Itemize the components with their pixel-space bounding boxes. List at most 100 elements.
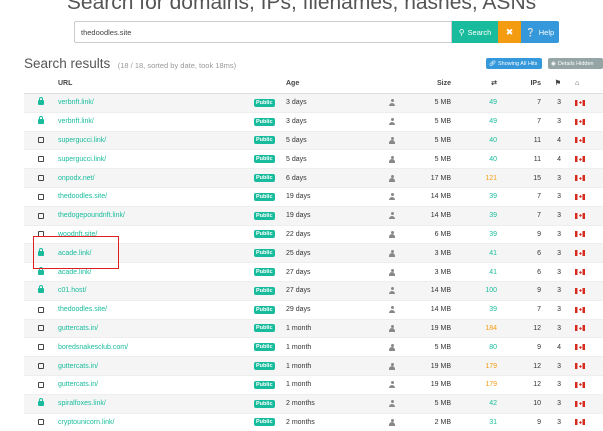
- table-row[interactable]: acade.link/Public27 days3 MB4163: [24, 263, 603, 282]
- table-row[interactable]: thedogepoundnft.link/Public19 days14 MB3…: [24, 206, 603, 225]
- row-visibility: Public: [254, 375, 286, 394]
- search-button[interactable]: ⚲ Search: [452, 21, 498, 43]
- canada-flag-icon: [575, 250, 585, 256]
- details-hidden-button[interactable]: ◉ Details Hidden: [548, 58, 603, 69]
- row-url[interactable]: c01.host/: [58, 281, 254, 300]
- row-url[interactable]: boredsnakesclub.com/: [58, 338, 254, 357]
- row-spacer: [561, 150, 575, 169]
- lock-icon: [38, 288, 44, 293]
- url-link[interactable]: spiralfoxes.link/: [58, 400, 106, 407]
- row-ips: 9: [497, 281, 541, 300]
- row-url[interactable]: thedoodles.site/: [58, 187, 254, 206]
- row-requests: 49: [451, 94, 497, 113]
- row-url[interactable]: acade.link/: [58, 263, 254, 282]
- square-icon: [38, 231, 44, 237]
- table-row[interactable]: guttercats.in/Public1 month19 MB179123: [24, 375, 603, 394]
- row-url[interactable]: onpodx.net/: [58, 169, 254, 188]
- row-age: 5 days: [286, 131, 363, 150]
- help-button[interactable]: ❔ Help: [521, 21, 559, 43]
- table-row[interactable]: verbnft.link/Public3 days5 MB4973: [24, 94, 603, 113]
- canada-flag-icon: [575, 194, 585, 200]
- row-url[interactable]: cryptounicorn.link/: [58, 413, 254, 431]
- col-home-header[interactable]: ⌂: [575, 73, 603, 94]
- row-url[interactable]: verbnft.link/: [58, 94, 254, 113]
- table-row[interactable]: c01.host/Public27 days14 MB10093: [24, 281, 603, 300]
- row-flag: [575, 187, 603, 206]
- row-url[interactable]: guttercats.in/: [58, 319, 254, 338]
- table-row[interactable]: guttercats.in/Public1 month19 MB179123: [24, 357, 603, 376]
- url-link[interactable]: verbnft.link/: [58, 99, 94, 106]
- url-link[interactable]: supergucci.link/: [58, 137, 106, 144]
- row-spacer: [561, 94, 575, 113]
- row-visibility: Public: [254, 131, 286, 150]
- url-link[interactable]: thedogepoundnft.link/: [58, 212, 125, 219]
- url-link[interactable]: thedoodles.site/: [58, 193, 107, 200]
- col-ips-header[interactable]: IPs: [497, 73, 541, 94]
- row-countries: 3: [541, 244, 561, 263]
- canada-flag-icon: [575, 382, 585, 388]
- row-status: [24, 225, 58, 244]
- row-size: 14 MB: [421, 187, 451, 206]
- col-size-header[interactable]: Size: [421, 73, 451, 94]
- row-visibility: Public: [254, 319, 286, 338]
- row-visibility: Public: [254, 263, 286, 282]
- url-link[interactable]: guttercats.in/: [58, 381, 98, 388]
- row-size: 14 MB: [421, 300, 451, 319]
- table-row[interactable]: thedoodles.site/Public19 days14 MB3973: [24, 187, 603, 206]
- url-link[interactable]: cryptounicorn.link/: [58, 419, 114, 426]
- table-row[interactable]: spiralfoxes.link/Public2 months5 MB42103: [24, 394, 603, 413]
- col-url-header[interactable]: URL: [58, 73, 254, 94]
- table-row[interactable]: supergucci.link/Public5 days5 MB40114: [24, 150, 603, 169]
- row-url[interactable]: spiralfoxes.link/: [58, 394, 254, 413]
- clear-button[interactable]: ✖: [498, 21, 521, 43]
- row-url[interactable]: acade.link/: [58, 244, 254, 263]
- row-flag: [575, 300, 603, 319]
- url-link[interactable]: woodnft.site/: [58, 231, 97, 238]
- row-url[interactable]: verbnft.link/: [58, 112, 254, 131]
- url-link[interactable]: supergucci.link/: [58, 156, 106, 163]
- url-link[interactable]: onpodx.net/: [58, 175, 95, 182]
- url-link[interactable]: c01.host/: [58, 287, 86, 294]
- table-row[interactable]: acade.link/Public25 days3 MB4163: [24, 244, 603, 263]
- col-flag-header[interactable]: ⚑: [541, 73, 561, 94]
- user-icon: [389, 99, 395, 106]
- table-row[interactable]: verbnft.link/Public3 days5 MB4973: [24, 112, 603, 131]
- row-url[interactable]: thedogepoundnft.link/: [58, 206, 254, 225]
- row-requests: 39: [451, 225, 497, 244]
- url-link[interactable]: acade.link/: [58, 269, 91, 276]
- row-flag: [575, 319, 603, 338]
- table-row[interactable]: guttercats.in/Public1 month19 MB184123: [24, 319, 603, 338]
- square-icon: [38, 156, 44, 162]
- results-header: Search results (18 / 18, sorted by date,…: [24, 55, 236, 73]
- user-icon: [389, 269, 395, 276]
- url-link[interactable]: guttercats.in/: [58, 325, 98, 332]
- showing-all-hits-button[interactable]: 🔗︎ Showing All Hits: [486, 58, 542, 69]
- row-url[interactable]: thedoodles.site/: [58, 300, 254, 319]
- table-row[interactable]: cryptounicorn.link/Public2 months2 MB319…: [24, 413, 603, 431]
- user-icon: [389, 325, 395, 332]
- row-size: 6 MB: [421, 225, 451, 244]
- row-status: [24, 150, 58, 169]
- url-link[interactable]: boredsnakesclub.com/: [58, 344, 128, 351]
- row-url[interactable]: supergucci.link/: [58, 131, 254, 150]
- table-row[interactable]: boredsnakesclub.com/Public1 month5 MB809…: [24, 338, 603, 357]
- row-url[interactable]: woodnft.site/: [58, 225, 254, 244]
- url-link[interactable]: verbnft.link/: [58, 118, 94, 125]
- table-row[interactable]: woodnft.site/Public22 days6 MB3993: [24, 225, 603, 244]
- url-link[interactable]: thedoodles.site/: [58, 306, 107, 313]
- row-url[interactable]: supergucci.link/: [58, 150, 254, 169]
- url-link[interactable]: guttercats.in/: [58, 363, 98, 370]
- square-icon: [38, 325, 44, 331]
- row-ips: 15: [497, 169, 541, 188]
- row-url[interactable]: guttercats.in/: [58, 375, 254, 394]
- table-row[interactable]: thedoodles.site/Public29 days14 MB3973: [24, 300, 603, 319]
- url-link[interactable]: acade.link/: [58, 250, 91, 257]
- table-row[interactable]: supergucci.link/Public5 days5 MB40114: [24, 131, 603, 150]
- row-url[interactable]: guttercats.in/: [58, 357, 254, 376]
- col-requests-header[interactable]: ⇄: [451, 73, 497, 94]
- table-row[interactable]: onpodx.net/Public6 days17 MB121153: [24, 169, 603, 188]
- search-input[interactable]: [74, 21, 452, 43]
- col-age-header[interactable]: Age: [286, 73, 363, 94]
- row-countries: 3: [541, 413, 561, 431]
- public-badge: Public: [254, 381, 275, 389]
